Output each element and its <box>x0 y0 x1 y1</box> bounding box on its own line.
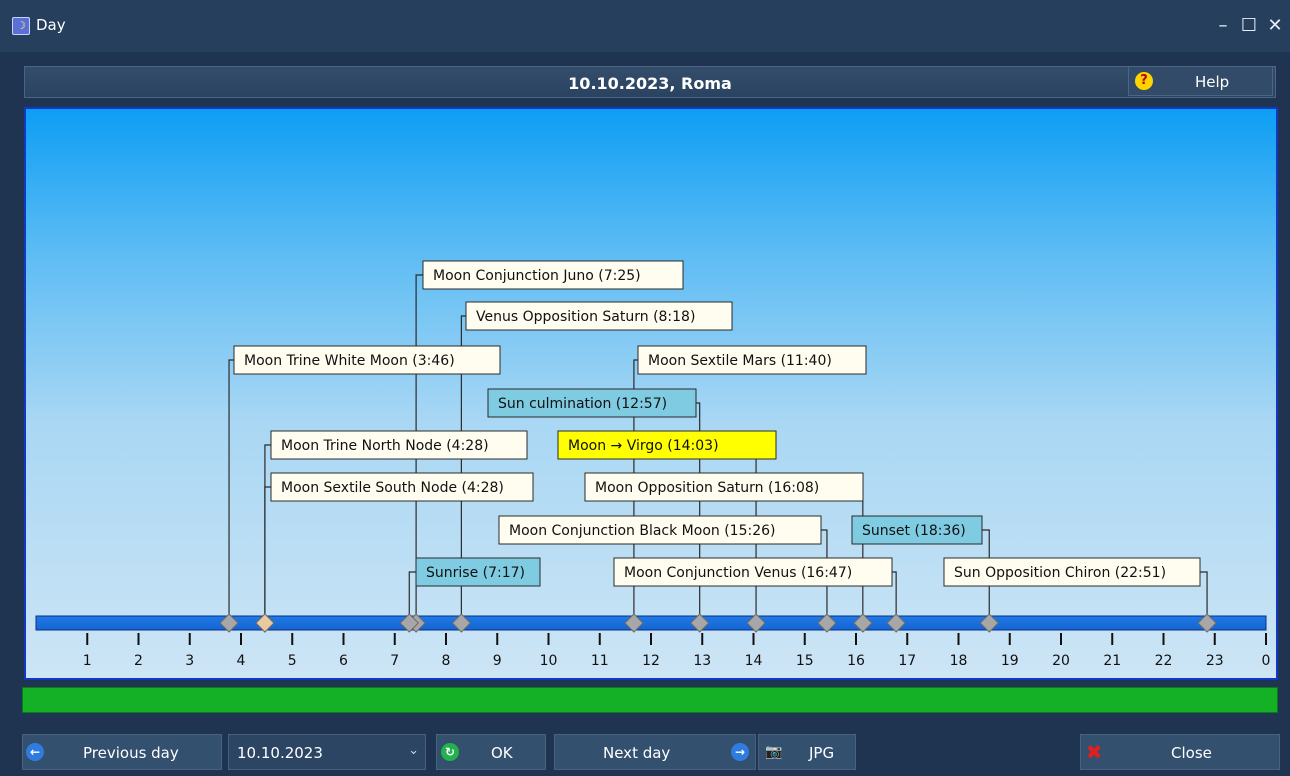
ok-label: OK <box>491 744 513 762</box>
event-label-text: Sunset (18:36) <box>862 523 966 539</box>
title-bar: ☽ Day – ☐ ✕ <box>0 0 1290 52</box>
date-select-value: 10.10.2023 <box>237 744 323 762</box>
hour-label: 22 <box>1155 653 1173 669</box>
event-label-text: Moon Trine White Moon (3:46) <box>244 353 455 369</box>
event-label[interactable]: Moon Conjunction Venus (16:47) <box>613 557 893 587</box>
page-title: 10.10.2023, Roma <box>568 74 732 93</box>
hour-label: 15 <box>796 653 814 669</box>
hour-label: 9 <box>493 653 502 669</box>
event-label-text: Moon Sextile South Node (4:28) <box>281 480 504 496</box>
minimize-button[interactable]: – <box>1210 14 1236 38</box>
hour-label: 1 <box>83 653 92 669</box>
hour-label: 21 <box>1103 653 1121 669</box>
chevron-down-icon: ⌄ <box>408 743 419 758</box>
hour-label: 6 <box>339 653 348 669</box>
event-label-text: Moon Sextile Mars (11:40) <box>648 353 832 369</box>
help-label: Help <box>1195 73 1230 91</box>
day-timeline-panel: 1 2 3 4 5 6 7 8 9 10 11 12 13 14 15 16 17 18 19 20 21 22 23 0 Mo… <box>24 107 1278 680</box>
event-label[interactable]: Moon Sextile Mars (11:40) <box>637 345 867 375</box>
refresh-arrow-icon: ↻ <box>441 743 459 761</box>
hour-label: 0 <box>1262 653 1271 669</box>
timeline-chart: 1 2 3 4 5 6 7 8 9 10 11 12 13 14 15 16 17 18 19 20 21 22 23 0Mo… <box>35 260 1271 669</box>
hour-label: 3 <box>185 653 194 669</box>
jpg-export-button[interactable]: 📷 JPG <box>758 734 856 770</box>
hour-label: 23 <box>1206 653 1224 669</box>
event-label-text: Moon Conjunction Black Moon (15:26) <box>509 523 775 539</box>
event-connector <box>228 359 234 623</box>
hour-label: 17 <box>898 653 916 669</box>
event-label[interactable]: Venus Opposition Saturn (8:18) <box>465 301 733 331</box>
event-label[interactable]: Moon Trine White Moon (3:46) <box>233 345 501 375</box>
next-day-label: Next day <box>603 744 671 762</box>
hour-label: 10 <box>540 653 558 669</box>
header-bar: 10.10.2023, Roma <box>24 66 1276 98</box>
event-connector <box>264 444 271 623</box>
event-label-text: Moon Opposition Saturn (16:08) <box>595 480 819 496</box>
event-label[interactable]: Sunrise (7:17) <box>415 557 541 587</box>
app-moon-icon: ☽ <box>12 17 30 35</box>
event-label-text: Moon Conjunction Venus (16:47) <box>624 565 852 581</box>
maximize-button[interactable]: ☐ <box>1236 14 1262 38</box>
previous-day-label: Previous day <box>83 744 179 762</box>
close-window-button[interactable]: ✕ <box>1262 14 1288 38</box>
progress-bar <box>22 687 1278 713</box>
hour-label: 4 <box>237 653 246 669</box>
event-label[interactable]: Moon Trine North Node (4:28) <box>270 430 528 460</box>
event-connector <box>585 486 864 623</box>
event-label[interactable]: Moon Conjunction Juno (7:25) <box>422 260 684 290</box>
event-label-text: Moon → Virgo (14:03) <box>568 438 719 454</box>
event-label[interactable]: Moon Opposition Saturn (16:08) <box>584 472 864 502</box>
event-label-text: Venus Opposition Saturn (8:18) <box>476 309 695 325</box>
red-x-icon: ✖ <box>1085 740 1103 764</box>
question-icon: ? <box>1135 72 1153 90</box>
event-label-text: Sun culmination (12:57) <box>498 396 667 412</box>
event-label-text: Moon Conjunction Juno (7:25) <box>433 268 641 284</box>
hour-label: 13 <box>693 653 711 669</box>
hour-label: 5 <box>288 653 297 669</box>
event-label-text: Moon Trine North Node (4:28) <box>281 438 489 454</box>
hour-label: 2 <box>134 653 143 669</box>
next-day-button[interactable]: Next day → <box>554 734 756 770</box>
event-label[interactable]: Moon Sextile South Node (4:28) <box>270 472 534 502</box>
event-label-text: Sun Opposition Chiron (22:51) <box>954 565 1166 581</box>
hour-label: 19 <box>1001 653 1019 669</box>
hour-label: 8 <box>442 653 451 669</box>
hour-label: 18 <box>950 653 968 669</box>
event-connector <box>264 486 271 623</box>
hour-label: 7 <box>390 653 399 669</box>
hour-label: 20 <box>1052 653 1070 669</box>
window-title: Day <box>36 16 66 34</box>
close-label: Close <box>1171 744 1212 762</box>
hour-label: 12 <box>642 653 660 669</box>
close-button[interactable]: ✖ Close <box>1080 734 1280 770</box>
help-button[interactable]: ? Help <box>1128 66 1273 96</box>
event-label[interactable]: Sun Opposition Chiron (22:51) <box>943 557 1201 587</box>
event-label[interactable]: Moon → Virgo (14:03) <box>557 430 777 460</box>
date-select[interactable]: 10.10.2023 ⌄ <box>228 734 426 770</box>
hour-label: 14 <box>745 653 763 669</box>
previous-day-button[interactable]: ← Previous day <box>22 734 222 770</box>
event-label[interactable]: Sun culmination (12:57) <box>487 388 697 418</box>
event-label[interactable]: Moon Conjunction Black Moon (15:26) <box>498 515 822 545</box>
arrow-right-icon: → <box>731 743 749 761</box>
camera-icon: 📷 <box>765 744 783 760</box>
event-label[interactable]: Sunset (18:36) <box>851 515 983 545</box>
ok-button[interactable]: ↻ OK <box>436 734 546 770</box>
hour-label: 11 <box>591 653 609 669</box>
arrow-left-icon: ← <box>26 743 44 761</box>
event-label-text: Sunrise (7:17) <box>426 565 525 581</box>
jpg-label: JPG <box>809 744 835 762</box>
hour-label: 16 <box>847 653 865 669</box>
